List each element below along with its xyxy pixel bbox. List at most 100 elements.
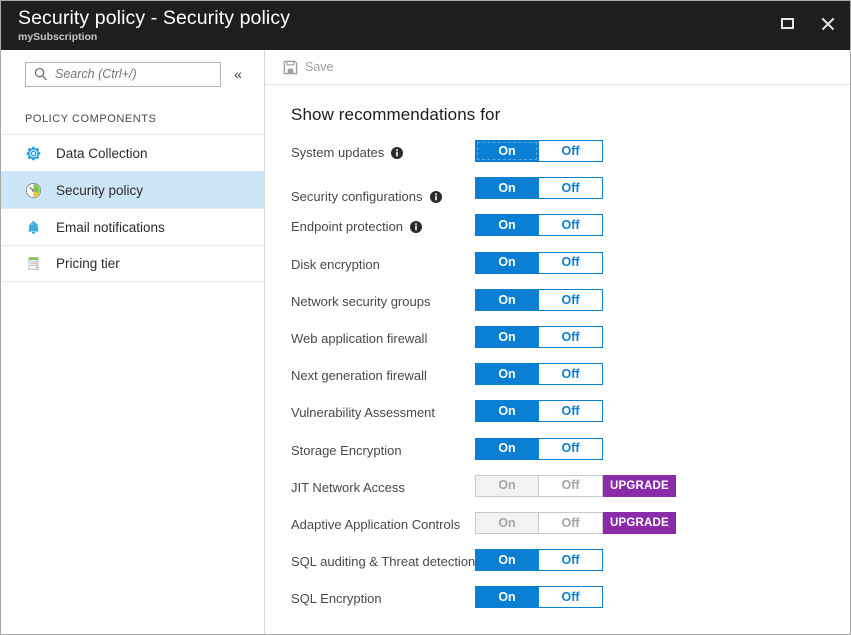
sidebar-section-header: POLICY COMPONENTS [1,87,264,134]
policy-toggle[interactable]: OnOff [475,549,603,571]
toggle-off-segment[interactable]: Off [539,326,603,348]
toggle-on-segment: On [475,475,539,497]
upgrade-badge[interactable]: UPGRADE [603,475,676,497]
policy-row: Next generation firewallOnOff [291,359,850,396]
close-window-button[interactable] [814,10,840,36]
toggle-on-segment[interactable]: On [475,252,539,274]
sidebar-item-email-notifications[interactable]: Email notifications [1,208,264,245]
toggle-on-segment[interactable]: On [475,400,539,422]
search-row: « [1,61,264,87]
toggle-off-segment[interactable]: Off [539,214,603,236]
collapse-sidebar-button[interactable]: « [227,63,249,85]
policy-toggle[interactable]: OnOff [475,326,603,348]
policy-toggle: OnOff [475,512,603,534]
policy-row-label: SQL Encryption [291,591,382,606]
save-label: Save [305,60,334,74]
toggle-on-segment[interactable]: On [475,586,539,608]
policy-label-text: Network security groups [291,294,430,309]
save-button[interactable]: Save [279,57,338,78]
policy-label-text: System updates [291,145,384,160]
policy-row: Disk encryption OnOff [291,248,850,285]
policy-toggle[interactable]: OnOff [475,438,603,460]
restore-window-icon [781,18,794,29]
window-title: Security policy - Security policy [18,6,850,30]
pie-gauge-icon [25,182,42,199]
sidebar-item-data-collection[interactable]: Data Collection [1,134,264,171]
toggle-off-segment[interactable]: Off [539,549,603,571]
toggle-on-segment[interactable]: On [475,326,539,348]
toggle-off-segment: Off [539,475,603,497]
policy-row: Storage EncryptionOnOff [291,434,850,471]
policy-row-label: Network security groups [291,294,430,309]
search-input[interactable] [55,67,218,81]
policy-row-label: Adaptive Application Controls [291,517,460,532]
policy-row-label: Security configurations [291,189,442,204]
toggle-off-segment[interactable]: Off [539,289,603,311]
sidebar-nav-list: Data Collection Security policy [1,134,264,282]
policy-row-label: JIT Network Access [291,480,405,495]
toolbar: Save [265,50,850,85]
restore-window-button[interactable] [774,10,800,36]
page-title: Show recommendations for [291,105,850,125]
window-subtitle: mySubscription [18,30,850,44]
gear-icon [25,145,42,162]
policy-label-text: JIT Network Access [291,480,405,495]
main-pane: Save Show recommendations for System upd… [265,50,850,634]
sidebar-item-label: Data Collection [56,146,148,161]
policy-toggle: OnOff [475,475,603,497]
policy-toggle[interactable]: OnOff [475,363,603,385]
policy-label-text: Security configurations [291,189,423,204]
toggle-on-segment[interactable]: On [475,289,539,311]
policy-toggle[interactable]: OnOff [475,140,603,162]
info-icon[interactable] [410,221,422,233]
info-icon[interactable] [391,147,403,159]
policy-toggle[interactable]: OnOff [475,177,603,199]
policy-label-text: Endpoint protection [291,219,403,234]
toggle-on-segment[interactable]: On [475,438,539,460]
sidebar-item-label: Security policy [56,183,143,198]
toggle-off-segment[interactable]: Off [539,438,603,460]
toggle-on-segment[interactable]: On [475,140,539,162]
toggle-on-segment[interactable]: On [475,549,539,571]
toggle-on-segment[interactable]: On [475,214,539,236]
policy-toggle[interactable]: OnOff [475,252,603,274]
policy-label-text: Web application firewall [291,331,427,346]
sidebar-item-security-policy[interactable]: Security policy [1,171,264,208]
policy-toggle[interactable]: OnOff [475,586,603,608]
title-bar: Security policy - Security policy mySubs… [1,1,850,50]
toggle-on-segment: On [475,512,539,534]
content-area: Show recommendations for System updates O… [265,85,850,634]
policy-row-label: Disk encryption [291,257,380,272]
policy-label-text: Disk encryption [291,257,380,272]
toggle-off-segment[interactable]: Off [539,140,603,162]
sidebar: « POLICY COMPONENTS Data Collection [1,50,265,634]
sidebar-item-label: Pricing tier [56,256,120,271]
toggle-off-segment[interactable]: Off [539,252,603,274]
sidebar-item-pricing-tier[interactable]: Pricing tier [1,245,264,282]
policy-toggle[interactable]: OnOff [475,400,603,422]
policy-toggle[interactable]: OnOff [475,214,603,236]
policy-label-text: Vulnerability Assessment [291,405,435,420]
toggle-off-segment[interactable]: Off [539,177,603,199]
info-icon[interactable] [430,191,442,203]
toggle-off-segment[interactable]: Off [539,400,603,422]
toggle-on-segment[interactable]: On [475,363,539,385]
save-floppy-icon [283,60,298,75]
policy-rows: System updatesOnOffSecurity configuratio… [291,136,850,619]
window-body: « POLICY COMPONENTS Data Collection [1,50,850,634]
policy-row-label: System updates [291,145,403,160]
policy-row-label: Web application firewall [291,331,427,346]
search-box[interactable] [25,62,221,87]
policy-label-text: Adaptive Application Controls [291,517,460,532]
window-controls [774,10,840,36]
policy-row: SQL Encryption OnOff [291,582,850,619]
policy-label-text: SQL auditing & Threat detection [291,554,475,569]
policy-row-label: SQL auditing & Threat detection [291,554,475,569]
toggle-on-segment[interactable]: On [475,177,539,199]
search-icon [34,67,48,81]
upgrade-badge[interactable]: UPGRADE [603,512,676,534]
close-icon [820,16,835,31]
policy-toggle[interactable]: OnOff [475,289,603,311]
toggle-off-segment[interactable]: Off [539,586,603,608]
toggle-off-segment[interactable]: Off [539,363,603,385]
